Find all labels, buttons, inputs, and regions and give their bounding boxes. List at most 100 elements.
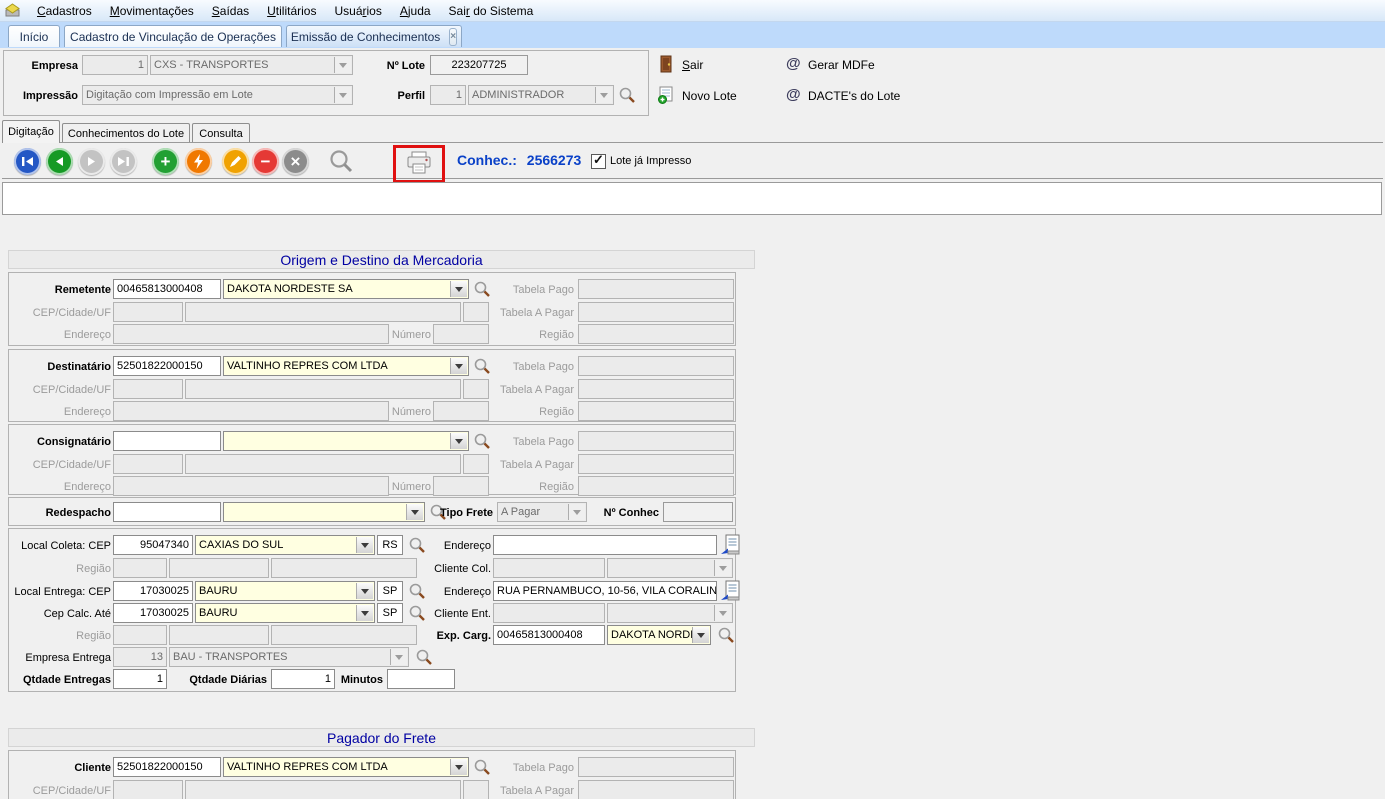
coleta-cidade-combo[interactable]: CAXIAS DO SUL (195, 535, 375, 555)
search-icon[interactable] (618, 86, 636, 104)
post-button[interactable] (185, 148, 212, 175)
perfil-name-text: ADMINISTRADOR (472, 89, 564, 101)
last-record-button[interactable] (110, 148, 137, 175)
entrega-cidade-combo[interactable]: BAURU (195, 581, 375, 601)
search-icon[interactable] (717, 626, 735, 644)
menu-item-cadastros[interactable]: Cadastros (28, 1, 101, 21)
lote-ja-impresso-label: Lote já Impresso (610, 155, 691, 167)
tabela-a-pagar-label: Tabela A Pagar (479, 380, 574, 400)
coleta-cidade-text: CAXIAS DO SUL (199, 539, 283, 551)
printer-highlight-box (393, 145, 445, 183)
observation-text-area[interactable] (2, 182, 1382, 215)
lote-number-input[interactable]: 223207725 (430, 55, 528, 75)
party-name-text: DAKOTA NORDESTE SA (227, 283, 353, 295)
chevron-down-icon[interactable] (450, 358, 467, 374)
regiao-input (169, 625, 269, 645)
coleta-uf-input[interactable]: RS (377, 535, 403, 555)
search-icon[interactable] (408, 536, 426, 554)
cep-calc-cidade-combo[interactable]: BAURU (195, 603, 375, 623)
regiao-input (578, 324, 734, 344)
cep-calc-uf-input[interactable]: SP (377, 603, 403, 623)
empresa-entrega-code-input: 13 (113, 647, 167, 667)
entrega-uf-input[interactable]: SP (377, 581, 403, 601)
door-icon[interactable] (659, 55, 675, 76)
redespacho-combo[interactable] (223, 502, 425, 522)
chevron-down-icon[interactable] (450, 281, 467, 297)
add-button[interactable]: + (152, 148, 179, 175)
party-code-input[interactable]: 00465813000408 (113, 279, 221, 299)
chevron-down-icon[interactable] (450, 759, 467, 775)
close-icon[interactable]: × (449, 28, 457, 46)
perfil-label: Perfil (375, 86, 425, 106)
tab-inicio[interactable]: Início (8, 25, 60, 47)
menu-item-usuarios[interactable]: Usuários (325, 1, 390, 21)
dactes-do-lote-button[interactable]: DACTE's do Lote (808, 89, 900, 103)
exp-carg-code-input[interactable]: 00465813000408 (493, 625, 605, 645)
party-name-combo[interactable]: VALTINHO REPRES COM LTDA (223, 356, 469, 376)
cep-calc-input[interactable]: 17030025 (113, 603, 193, 623)
coleta-cep-input[interactable]: 95047340 (113, 535, 193, 555)
new-lote-icon[interactable] (657, 86, 675, 107)
qtdade-entregas-input[interactable]: 1 (113, 669, 167, 689)
at-icon[interactable]: @ (786, 86, 801, 103)
party-code-input[interactable]: 52501822000150 (113, 757, 221, 777)
next-record-button[interactable] (78, 148, 105, 175)
n-conhec-input[interactable] (663, 502, 733, 522)
menu-item-utilitarios[interactable]: Utilitários (258, 1, 325, 21)
search-button[interactable] (328, 148, 354, 177)
tabela-pago-input (578, 279, 734, 299)
search-icon[interactable] (408, 582, 426, 600)
chevron-down-icon[interactable] (356, 583, 373, 599)
endereco-label: Endereço (11, 477, 111, 497)
cep-cidade-uf-label: CEP/Cidade/UF (11, 781, 111, 799)
chevron-down-icon[interactable] (356, 537, 373, 553)
minutos-input[interactable] (387, 669, 455, 689)
menu-item-ajuda[interactable]: Ajuda (391, 1, 440, 21)
chevron-down-icon[interactable] (356, 605, 373, 621)
subtab-digitacao[interactable]: Digitação (2, 120, 60, 143)
party-label: Consignatário (11, 432, 111, 452)
address-lookup-icon[interactable] (719, 580, 743, 605)
novo-lote-button[interactable]: Novo Lote (682, 89, 737, 103)
at-icon[interactable]: @ (786, 55, 801, 72)
perfil-code-input: 1 (430, 85, 466, 105)
party-label: Remetente (11, 280, 111, 300)
search-icon[interactable] (415, 648, 433, 666)
menu-item-movimentacoes[interactable]: Movimentações (101, 1, 203, 21)
tab-label: Cadastro de Vinculação de Operações (70, 30, 276, 44)
menu-item-saidas[interactable]: Saídas (203, 1, 258, 21)
party-name-combo[interactable] (223, 431, 469, 451)
subtab-consulta[interactable]: Consulta (192, 123, 250, 143)
party-code-input[interactable]: 52501822000150 (113, 356, 221, 376)
party-label: Cliente (11, 758, 111, 778)
subtab-label: Conhecimentos do Lote (68, 128, 184, 140)
tab-emissao-conhecimentos[interactable]: Emissão de Conhecimentos × (286, 25, 462, 47)
n-conhec-label: Nº Conhec (595, 503, 659, 523)
exp-carg-combo[interactable]: DAKOTA NORDES (607, 625, 711, 645)
endereco-coleta-input[interactable] (493, 535, 717, 555)
entrega-cep-input[interactable]: 17030025 (113, 581, 193, 601)
qtdade-diarias-input[interactable]: 1 (271, 669, 335, 689)
cancel-button[interactable]: × (282, 148, 309, 175)
exp-carg-text: DAKOTA NORDES (611, 629, 705, 641)
lote-ja-impresso-checkbox[interactable] (591, 154, 606, 169)
print-button[interactable] (404, 150, 434, 179)
edit-button[interactable] (222, 148, 249, 175)
menu-item-sair-do-sistema[interactable]: Sair do Sistema (440, 1, 543, 21)
delete-button[interactable]: − (252, 148, 279, 175)
chevron-down-icon[interactable] (692, 627, 709, 643)
party-name-combo[interactable]: DAKOTA NORDESTE SA (223, 279, 469, 299)
chevron-down-icon[interactable] (450, 433, 467, 449)
address-lookup-icon[interactable] (719, 534, 743, 559)
sair-button[interactable]: Sair (682, 58, 703, 72)
first-record-button[interactable] (14, 148, 41, 175)
party-name-combo[interactable]: VALTINHO REPRES COM LTDA (223, 757, 469, 777)
party-code-input[interactable] (113, 431, 221, 451)
gerar-mdfe-button[interactable]: Gerar MDFe (808, 58, 875, 72)
subtab-conhecimentos-do-lote[interactable]: Conhecimentos do Lote (62, 123, 190, 143)
tab-cadastro-vinculacao[interactable]: Cadastro de Vinculação de Operações (64, 25, 282, 47)
redespacho-code-input[interactable] (113, 502, 221, 522)
endereco-entrega-input[interactable]: RUA PERNAMBUCO, 10-56, VILA CORALINA (493, 581, 717, 601)
previous-record-button[interactable] (46, 148, 73, 175)
chevron-down-icon[interactable] (406, 504, 423, 520)
